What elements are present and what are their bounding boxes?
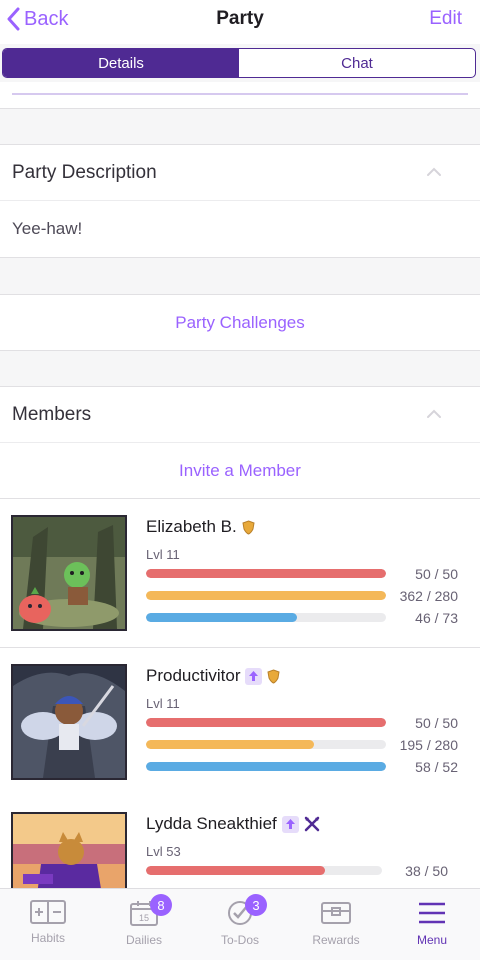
- mana-bar: [146, 613, 386, 622]
- divider: [12, 93, 468, 95]
- member-name: Productivitor: [146, 666, 281, 686]
- tab-todos[interactable]: To-Dos 3: [192, 889, 288, 960]
- members-title: Members: [12, 403, 92, 425]
- member-name: Lydda Sneakthief: [146, 814, 320, 834]
- member-level: Lvl 11: [146, 547, 180, 562]
- segmented-control: Details Chat: [2, 48, 476, 78]
- avatar: [11, 664, 127, 780]
- chevron-up-icon[interactable]: [426, 167, 442, 177]
- chevron-left-icon: [7, 7, 20, 31]
- arrow-up-icon: [245, 667, 263, 685]
- scrolled-card-bottom: [0, 82, 480, 109]
- shield-icon: [267, 668, 281, 684]
- arrow-up-icon: [281, 815, 299, 833]
- health-value: 38 / 50: [405, 863, 448, 879]
- svg-text:15: 15: [139, 913, 149, 923]
- experience-value: 195 / 280: [399, 737, 458, 753]
- mana-value: 46 / 73: [415, 610, 458, 626]
- tab-label: Habits: [30, 931, 65, 945]
- members-card: Members Invite a Member: [0, 386, 480, 499]
- health-value: 50 / 50: [415, 566, 458, 582]
- tab-menu[interactable]: Menu: [384, 889, 480, 960]
- chevron-up-icon[interactable]: [426, 409, 442, 419]
- dailies-count-badge: 8: [150, 894, 172, 916]
- members-header[interactable]: Members: [0, 387, 480, 442]
- menu-icon: [419, 902, 445, 924]
- party-description-text: Yee-haw!: [12, 219, 83, 238]
- party-challenges-button[interactable]: Party Challenges: [0, 295, 480, 350]
- tab-bar: Habits 15 Dailies 8 To-Dos 3 Rewards Men…: [0, 888, 480, 960]
- member-name-text: Elizabeth B.: [146, 517, 237, 536]
- experience-bar: [146, 591, 386, 600]
- tab-dailies[interactable]: 15 Dailies 8: [96, 889, 192, 960]
- member-row[interactable]: Productivitor Lvl 11 50 / 50 195 / 280 5…: [0, 648, 480, 797]
- habits-icon: [30, 900, 66, 924]
- invite-member-button[interactable]: Invite a Member: [0, 443, 480, 498]
- avatar: [11, 515, 127, 631]
- member-row[interactable]: Elizabeth B. Lvl 11 50 / 50 362 / 280 46…: [0, 499, 480, 648]
- tab-habits[interactable]: Habits: [0, 889, 96, 960]
- party-description-header[interactable]: Party Description: [0, 145, 480, 200]
- health-value: 50 / 50: [415, 715, 458, 731]
- member-level: Lvl 11: [146, 696, 180, 711]
- edit-button[interactable]: Edit: [429, 8, 462, 30]
- tab-label: Menu: [416, 933, 448, 947]
- page-title: Party: [216, 8, 264, 29]
- health-bar: [146, 718, 386, 727]
- tab-chat[interactable]: Chat: [239, 49, 475, 77]
- health-bar: [146, 866, 382, 875]
- party-description-title: Party Description: [12, 161, 157, 183]
- member-name: Elizabeth B.: [146, 517, 255, 537]
- experience-bar: [146, 740, 386, 749]
- party-challenges-card: Party Challenges: [0, 294, 480, 351]
- experience-value: 362 / 280: [399, 588, 458, 604]
- tab-label: Dailies: [125, 933, 162, 947]
- member-name-text: Lydda Sneakthief: [146, 814, 277, 833]
- crossed-swords-icon: [304, 816, 320, 832]
- tab-details[interactable]: Details: [3, 49, 239, 77]
- tab-rewards[interactable]: Rewards: [288, 889, 384, 960]
- tab-label: Rewards: [312, 933, 360, 947]
- navigation-bar: Back Party Edit: [0, 0, 480, 44]
- mana-bar: [146, 762, 386, 771]
- shield-icon: [242, 519, 255, 535]
- mana-value: 58 / 52: [415, 759, 458, 775]
- party-description-card: Party Description Yee-haw!: [0, 144, 480, 258]
- member-name-text: Productivitor: [146, 666, 241, 685]
- treasure-chest-icon: [321, 902, 351, 924]
- back-button[interactable]: Back: [6, 6, 68, 32]
- health-bar: [146, 569, 386, 578]
- back-label: Back: [24, 7, 69, 30]
- todos-count-badge: 3: [245, 894, 267, 916]
- member-level: Lvl 53: [146, 844, 181, 859]
- tab-label: To-Dos: [220, 933, 259, 947]
